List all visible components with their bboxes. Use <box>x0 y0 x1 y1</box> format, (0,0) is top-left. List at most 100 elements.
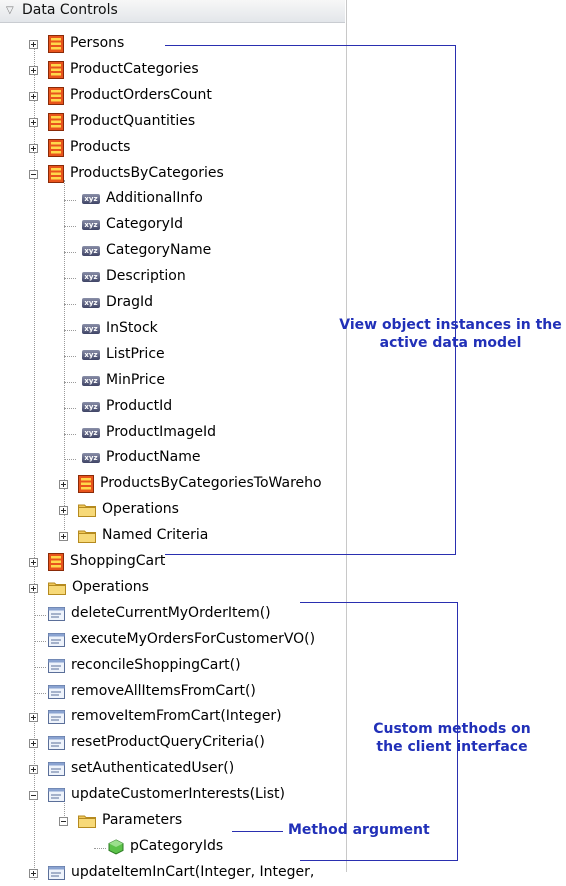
expand-icon[interactable] <box>29 869 38 878</box>
tree-item-label: Operations <box>72 579 149 595</box>
tree-connector <box>64 408 76 409</box>
expand-icon[interactable] <box>59 532 68 541</box>
tree-item-method[interactable]: removeItemFromCart(Integer) <box>0 706 345 730</box>
tree-item-method[interactable]: reconcileShoppingCart() <box>0 655 345 679</box>
expand-icon[interactable] <box>29 40 38 49</box>
expand-icon[interactable] <box>29 118 38 127</box>
view-object-icon <box>48 139 64 157</box>
method-argument-callout: Method argument <box>288 822 430 838</box>
method-argument-leader <box>232 831 283 832</box>
tree-item-label: Products <box>70 139 131 155</box>
expand-icon[interactable] <box>59 480 68 489</box>
view-object-icon <box>48 87 64 105</box>
view-objects-callout: View object instances in the active data… <box>335 316 566 352</box>
method-icon <box>48 685 65 699</box>
tree-item-label: DragId <box>106 294 154 310</box>
tree-item-label: pCategoryIds <box>130 838 224 854</box>
tree-item-method[interactable]: deleteCurrentMyOrderItem() <box>0 603 345 627</box>
view-objects-callout-line: active data model <box>379 335 522 351</box>
view-objects-callout-line: View object instances in the <box>339 317 562 333</box>
attribute-icon: xyz <box>82 246 100 256</box>
method-icon <box>48 607 65 621</box>
tree-item-operations-folder[interactable]: Operations <box>0 577 345 601</box>
tree-item-label: setAuthenticatedUser() <box>71 760 235 776</box>
tree-connector <box>34 615 46 616</box>
attribute-icon: xyz <box>82 453 100 463</box>
view-objects-bracket <box>165 45 456 555</box>
custom-methods-callout-line: the client interface <box>376 739 528 755</box>
tree-item-label: Parameters <box>102 812 183 828</box>
attribute-icon: xyz <box>82 194 100 204</box>
tree-item-label: Persons <box>70 35 125 51</box>
method-icon <box>48 710 65 724</box>
tree-connector <box>34 641 46 642</box>
tree-connector <box>64 200 76 201</box>
tree-connector <box>64 356 76 357</box>
tree-connector <box>64 459 76 460</box>
attribute-icon: xyz <box>82 402 100 412</box>
method-icon <box>48 866 65 880</box>
method-icon <box>48 762 65 776</box>
tree-item-method[interactable]: setAuthenticatedUser() <box>0 758 345 782</box>
tree-item-method[interactable]: updateItemInCart(Integer, Integer, <box>0 862 345 886</box>
collapse-icon[interactable] <box>29 170 38 179</box>
collapse-triangle-icon[interactable]: ▽ <box>6 5 14 16</box>
attribute-icon: xyz <box>82 428 100 438</box>
view-object-icon <box>48 35 64 53</box>
view-object-icon <box>48 61 64 79</box>
tree-item-method[interactable]: executeMyOrdersForCustomerVO() <box>0 629 345 653</box>
tree-connector <box>64 304 76 305</box>
expand-icon[interactable] <box>29 584 38 593</box>
view-object-icon <box>48 553 64 571</box>
expand-icon[interactable] <box>29 66 38 75</box>
tree-connector <box>34 667 46 668</box>
parameter-icon <box>108 839 124 855</box>
expand-icon[interactable] <box>29 739 38 748</box>
tree-connector <box>64 278 76 279</box>
tree-item-parameter[interactable]: pCategoryIds <box>0 836 345 860</box>
tree-item-method[interactable]: updateCustomerInterests(List) <box>0 784 345 808</box>
panel-header[interactable]: ▽ Data Controls <box>0 0 345 23</box>
tree-connector <box>94 848 106 849</box>
tree-connector <box>64 330 76 331</box>
view-object-icon <box>48 165 64 183</box>
expand-icon[interactable] <box>59 506 68 515</box>
tree-item-label: removeAllItemsFromCart() <box>71 683 256 699</box>
method-icon <box>48 736 65 750</box>
expand-icon[interactable] <box>29 713 38 722</box>
method-icon <box>48 659 65 673</box>
tree-item-label: removeItemFromCart(Integer) <box>71 708 282 724</box>
collapse-icon[interactable] <box>59 817 68 826</box>
tree-item-method[interactable]: resetProductQueryCriteria() <box>0 732 345 756</box>
tree-connector <box>64 434 76 435</box>
tree-item-label: updateItemInCart(Integer, Integer, <box>71 864 315 880</box>
tree-item-label: ShoppingCart <box>70 553 166 569</box>
expand-icon[interactable] <box>29 558 38 567</box>
tree-item-label: InStock <box>106 320 158 336</box>
tree-connector <box>64 226 76 227</box>
view-object-icon <box>48 113 64 131</box>
collapse-icon[interactable] <box>29 791 38 800</box>
custom-methods-callout: Custom methods on the client interface <box>357 720 547 756</box>
attribute-icon: xyz <box>82 376 100 386</box>
panel-title: Data Controls <box>22 2 118 18</box>
folder-icon <box>78 503 96 517</box>
tree-item-label: MinPrice <box>106 372 165 388</box>
tree-item-label: ListPrice <box>106 346 165 362</box>
expand-icon[interactable] <box>29 144 38 153</box>
tree-item-label: updateCustomerInterests(List) <box>71 786 285 802</box>
tree-item-method[interactable]: removeAllItemsFromCart() <box>0 681 345 705</box>
attribute-icon: xyz <box>82 272 100 282</box>
custom-methods-callout-line: Custom methods on <box>373 721 531 737</box>
tree-item-label: resetProductQueryCriteria() <box>71 734 265 750</box>
tree-connector <box>64 252 76 253</box>
folder-icon <box>78 814 96 828</box>
folder-icon <box>78 529 96 543</box>
view-object-icon <box>78 475 94 493</box>
expand-icon[interactable] <box>29 765 38 774</box>
tree-connector <box>34 693 46 694</box>
attribute-icon: xyz <box>82 324 100 334</box>
expand-icon[interactable] <box>29 92 38 101</box>
method-icon <box>48 633 65 647</box>
attribute-icon: xyz <box>82 350 100 360</box>
